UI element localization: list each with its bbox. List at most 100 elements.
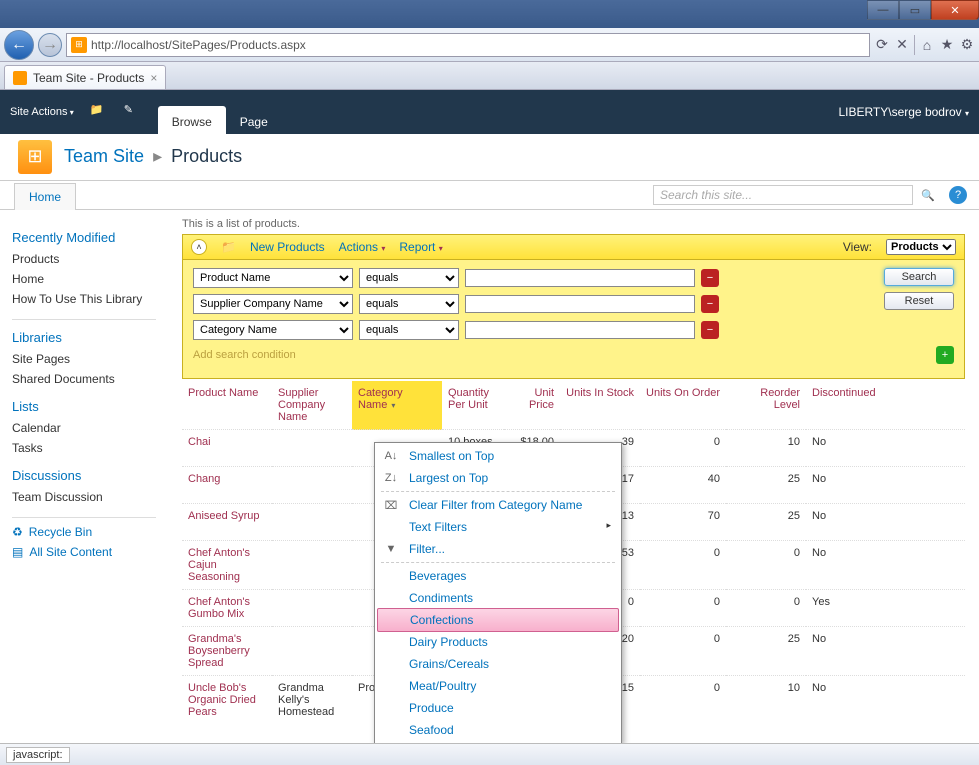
col-disc[interactable]: Discontinued — [806, 381, 965, 430]
filter-value-input[interactable] — [465, 269, 695, 287]
remove-filter-icon[interactable]: − — [701, 295, 719, 313]
menu-category-item[interactable]: Confections — [377, 608, 619, 632]
filter-value-input[interactable] — [465, 295, 695, 313]
cell-name[interactable]: Chef Anton's Gumbo Mix — [182, 590, 272, 627]
reset-button[interactable]: Reset — [884, 292, 954, 310]
help-icon[interactable]: ? — [949, 186, 967, 204]
all-site-content-link[interactable]: ▤All Site Content — [12, 542, 156, 562]
site-search-input[interactable]: Search this site... — [653, 185, 913, 205]
cell-name[interactable]: Aniseed Syrup — [182, 504, 272, 541]
tab-title: Team Site - Products — [33, 71, 144, 85]
menu-category-item[interactable]: Seafood — [375, 719, 621, 741]
top-nav: Home Search this site... 🔍 ? — [0, 180, 979, 210]
cell-disc: No — [806, 467, 965, 504]
menu-text-filters[interactable]: Text Filters▸ — [375, 516, 621, 538]
filter-field-select[interactable]: Product Name — [193, 268, 353, 288]
browser-tabbar: Team Site - Products × — [0, 62, 979, 90]
new-products-link[interactable]: New Products — [250, 240, 325, 254]
menu-category-item[interactable]: Produce — [375, 697, 621, 719]
sidebar-item[interactable]: Home — [12, 269, 156, 289]
minimize-button[interactable]: — — [867, 0, 899, 20]
address-bar[interactable]: ⊞ http://localhost/SitePages/Products.as… — [66, 33, 870, 57]
cell-name[interactable]: Chef Anton's Cajun Seasoning — [182, 541, 272, 590]
menu-clear-filter[interactable]: ⌧Clear Filter from Category Name — [375, 494, 621, 516]
menu-sort-desc[interactable]: Z↓Largest on Top — [375, 467, 621, 489]
remove-filter-icon[interactable]: − — [701, 269, 719, 287]
recycle-bin-link[interactable]: ♻Recycle Bin — [12, 522, 156, 542]
edit-page-icon[interactable]: ✎ — [124, 103, 142, 121]
favorites-icon[interactable]: ★ — [939, 37, 955, 53]
search-button[interactable]: Search — [884, 268, 954, 286]
cell-name[interactable]: Grandma's Boysenberry Spread — [182, 627, 272, 676]
folder-icon: 📁 — [221, 240, 236, 254]
col-stock[interactable]: Units In Stock — [560, 381, 640, 430]
menu-sort-asc[interactable]: A↓Smallest on Top — [375, 445, 621, 467]
menu-category-item[interactable]: Beverages — [375, 565, 621, 587]
lists-header: Lists — [12, 399, 156, 414]
list-icon: ▤ — [12, 545, 23, 559]
filter-field-select[interactable]: Category Name — [193, 320, 353, 340]
col-qpu[interactable]: Quantity Per Unit — [442, 381, 504, 430]
site-logo-icon[interactable]: ⊞ — [18, 140, 52, 174]
user-menu[interactable]: LIBERTY\serge bodrov ▾ — [838, 105, 969, 119]
menu-category-item[interactable]: Condiments — [375, 587, 621, 609]
refresh-icon[interactable]: ⟳ — [874, 37, 890, 53]
cell-reorder: 0 — [726, 541, 806, 590]
filter-value-input[interactable] — [465, 321, 695, 339]
menu-category-item[interactable]: Grains/Cereals — [375, 653, 621, 675]
cell-supplier — [272, 467, 352, 504]
col-reorder[interactable]: Reorder Level — [726, 381, 806, 430]
back-button[interactable]: ← — [4, 30, 34, 60]
navigate-up-icon[interactable]: 📁 — [90, 103, 108, 121]
sidebar-item[interactable]: Team Discussion — [12, 487, 156, 507]
menu-category-item[interactable]: Dairy Products — [375, 631, 621, 653]
remove-filter-icon[interactable]: − — [701, 321, 719, 339]
sidebar-item[interactable]: Products — [12, 249, 156, 269]
cell-name[interactable]: Chang — [182, 467, 272, 504]
cell-supplier — [272, 627, 352, 676]
search-icon[interactable]: 🔍 — [919, 186, 937, 204]
cell-name[interactable]: Uncle Bob's Organic Dried Pears — [182, 676, 272, 725]
filter-field-select[interactable]: Supplier Company Name — [193, 294, 353, 314]
add-filter-icon[interactable]: + — [936, 346, 954, 364]
stop-icon[interactable]: ✕ — [894, 37, 910, 53]
tools-icon[interactable]: ⚙ — [959, 37, 975, 53]
sidebar-item[interactable]: How To Use This Library — [12, 289, 156, 309]
main-content: This is a list of products. ˄ 📁 New Prod… — [168, 210, 979, 743]
sidebar-item[interactable]: Calendar — [12, 418, 156, 438]
col-order[interactable]: Units On Order — [640, 381, 726, 430]
filter-op-select[interactable]: equals — [359, 268, 459, 288]
home-icon[interactable]: ⌂ — [919, 37, 935, 53]
menu-category-item[interactable]: Meat/Poultry — [375, 675, 621, 697]
tab-browse[interactable]: Browse — [158, 106, 226, 134]
breadcrumb-site[interactable]: Team Site — [64, 146, 144, 166]
report-menu[interactable]: Report ▾ — [399, 240, 442, 254]
menu-filter[interactable]: ▼Filter... — [375, 538, 621, 560]
browser-tab[interactable]: Team Site - Products × — [4, 65, 166, 89]
sidebar-item[interactable]: Shared Documents — [12, 369, 156, 389]
filter-op-select[interactable]: equals — [359, 294, 459, 314]
maximize-button[interactable]: ▭ — [899, 0, 931, 20]
site-actions-menu[interactable]: Site Actions — [10, 106, 74, 118]
add-condition-link[interactable]: Add search condition — [193, 349, 296, 361]
filter-op-select[interactable]: equals — [359, 320, 459, 340]
collapse-icon[interactable]: ˄ — [191, 239, 207, 255]
chevron-right-icon: ▸ — [606, 520, 611, 531]
actions-menu[interactable]: Actions ▾ — [339, 240, 386, 254]
col-product-name[interactable]: Product Name — [182, 381, 272, 430]
col-price[interactable]: Unit Price — [504, 381, 560, 430]
cell-reorder: 25 — [726, 504, 806, 541]
close-button[interactable]: ✕ — [931, 0, 979, 20]
sidebar-item[interactable]: Tasks — [12, 438, 156, 458]
tab-close-icon[interactable]: × — [150, 71, 157, 85]
col-supplier[interactable]: Supplier Company Name — [272, 381, 352, 430]
topnav-home[interactable]: Home — [14, 183, 76, 210]
tab-page[interactable]: Page — [226, 106, 282, 134]
view-selector[interactable]: Products — [886, 239, 956, 255]
col-category[interactable]: Category Name▾ — [352, 381, 442, 430]
cell-name[interactable]: Chai — [182, 430, 272, 467]
breadcrumb: Team Site ▸ Products — [64, 146, 242, 167]
cell-disc: No — [806, 504, 965, 541]
forward-button[interactable]: → — [38, 33, 62, 57]
sidebar-item[interactable]: Site Pages — [12, 349, 156, 369]
